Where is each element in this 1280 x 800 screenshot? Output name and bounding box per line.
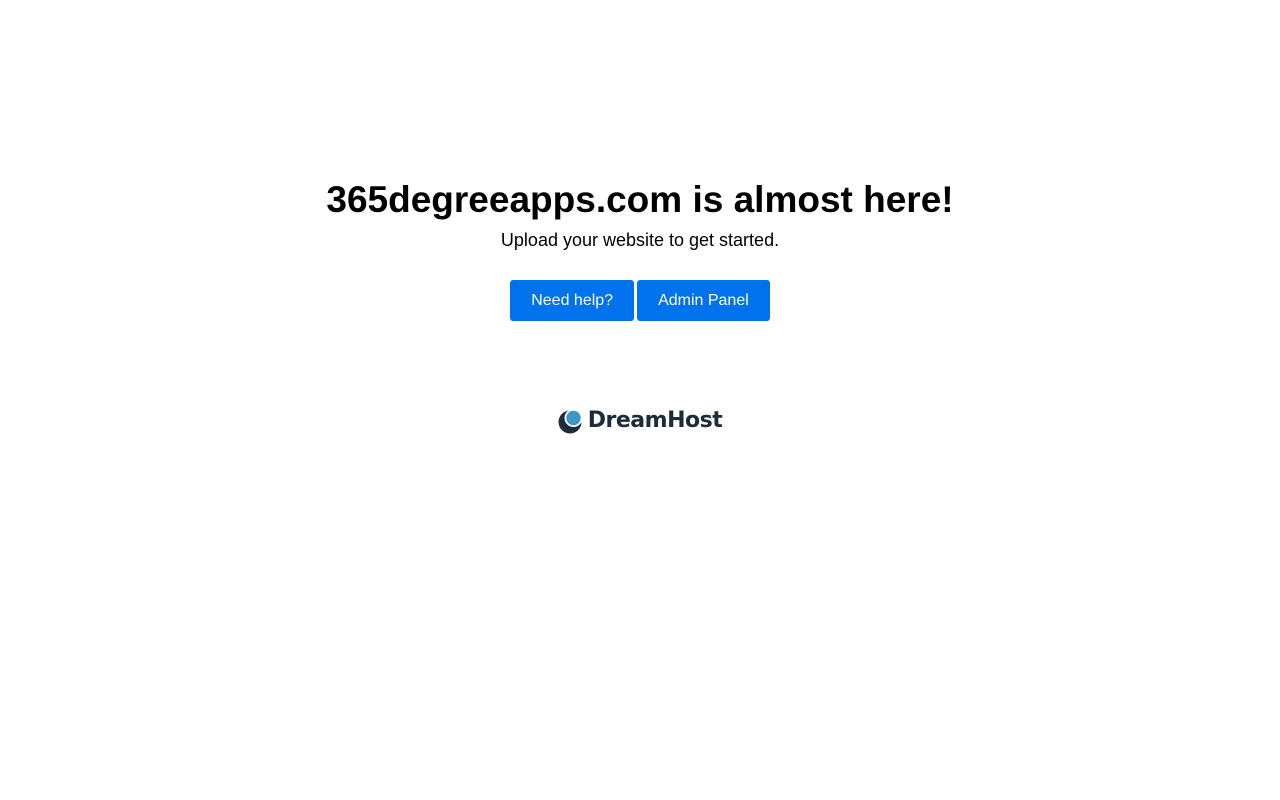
action-buttons: Need help? Admin Panel xyxy=(0,280,1280,321)
page-subtitle: Upload your website to get started. xyxy=(500,230,780,250)
dreamhost-logo[interactable]: DreamHost xyxy=(0,407,1280,435)
dreamhost-logo-text: DreamHost xyxy=(587,408,723,433)
page-title: 365degreeapps.com is almost here! xyxy=(326,179,954,220)
main-content: 365degreeapps.com is almost here! Upload… xyxy=(0,178,1280,321)
need-help-button[interactable]: Need help? xyxy=(510,280,635,321)
dreamhost-moon-icon xyxy=(558,408,584,434)
admin-panel-button[interactable]: Admin Panel xyxy=(637,280,770,321)
page: 365degreeapps.com is almost here! Upload… xyxy=(0,0,1280,800)
